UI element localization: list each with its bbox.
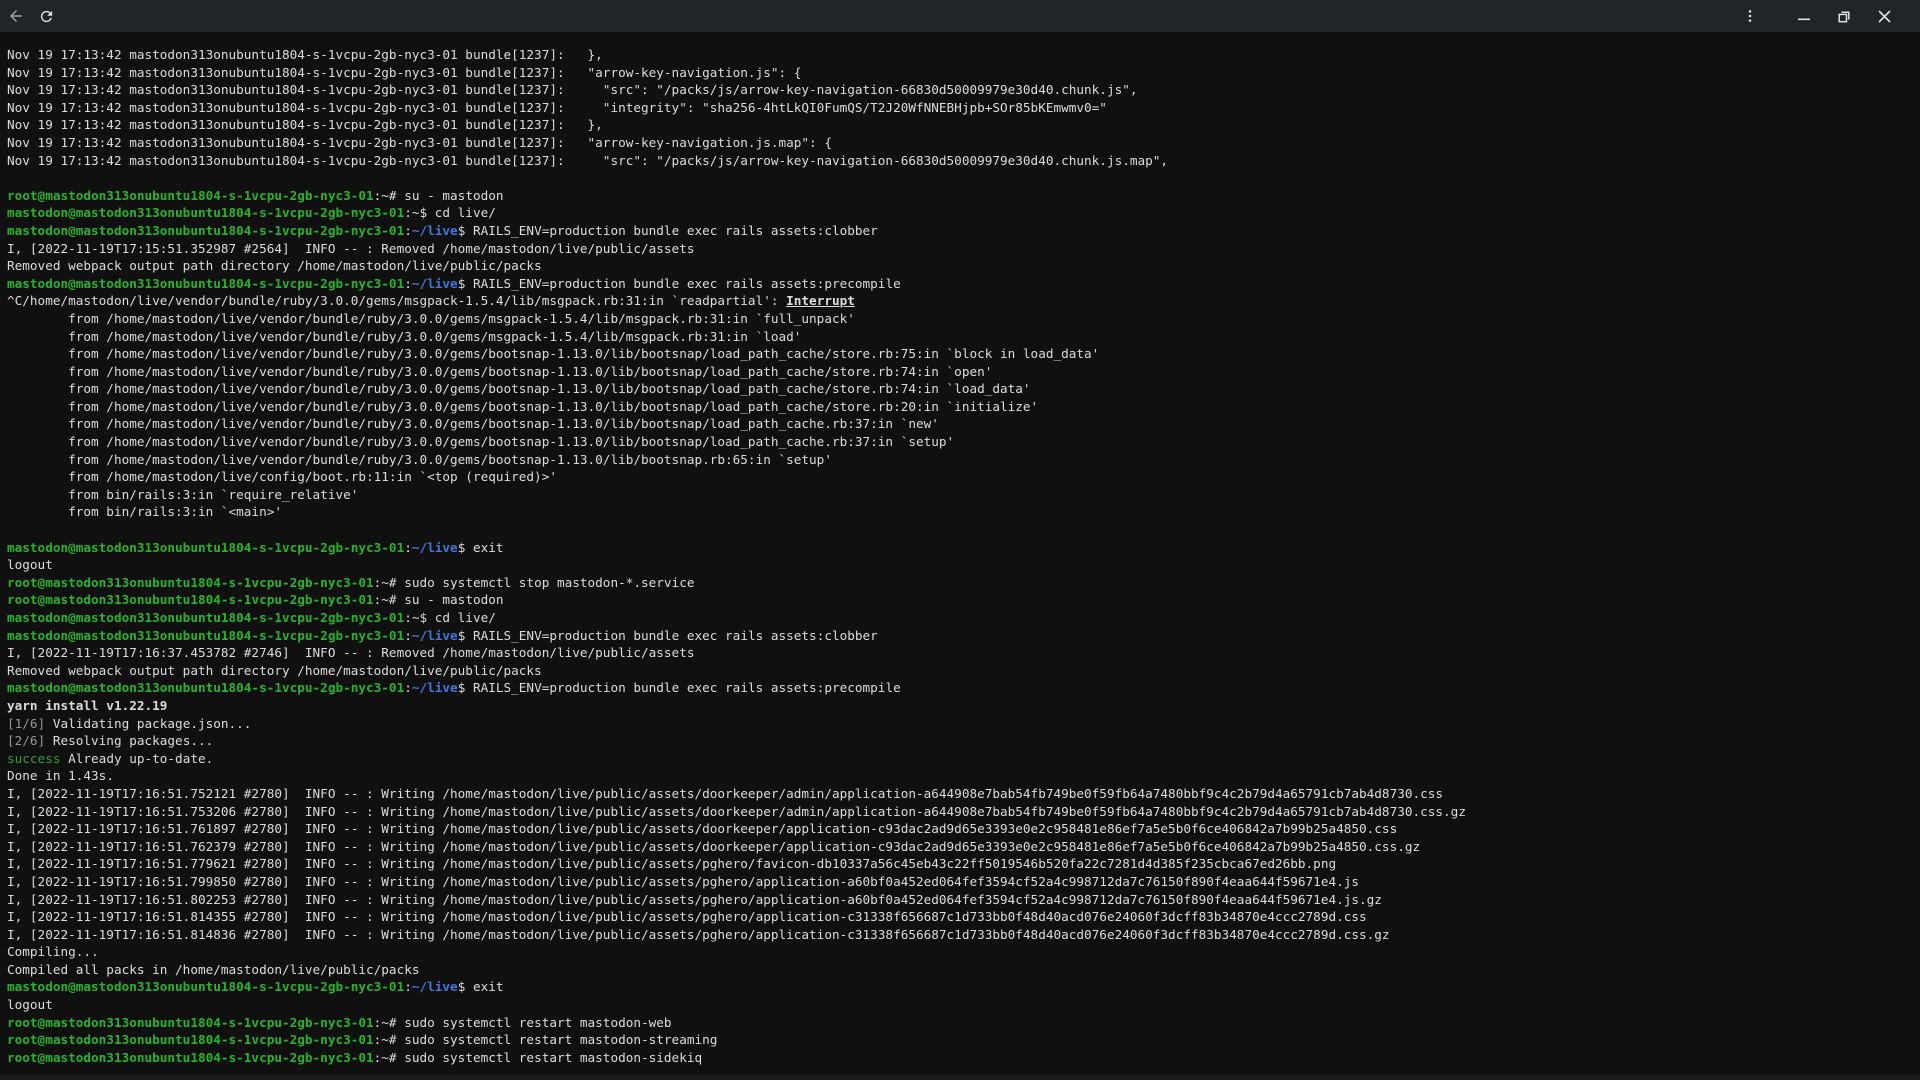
terminal-line: mastodon@mastodon313onubuntu1804-s-1vcpu… [7, 609, 1914, 627]
terminal-line: logout [7, 556, 1914, 574]
terminal-line: root@mastodon313onubuntu1804-s-1vcpu-2gb… [7, 1031, 1914, 1049]
terminal-line: I, [2022-11-19T17:16:51.761897 #2780] IN… [7, 820, 1914, 838]
terminal-line: ^C/home/mastodon/live/vendor/bundle/ruby… [7, 292, 1914, 310]
terminal-line: [2/6] Resolving packages... [7, 732, 1914, 750]
terminal-line: Removed webpack output path directory /h… [7, 257, 1914, 275]
close-icon [1877, 9, 1892, 24]
terminal-line: I, [2022-11-19T17:16:51.814355 #2780] IN… [7, 908, 1914, 926]
bottom-edge-strip [0, 1075, 1920, 1080]
terminal-line: from /home/mastodon/live/vendor/bundle/r… [7, 415, 1914, 433]
terminal-line: from /home/mastodon/live/vendor/bundle/r… [7, 310, 1914, 328]
terminal-output[interactable]: Nov 19 17:13:42 mastodon313onubuntu1804-… [0, 32, 1920, 1080]
reload-icon [38, 8, 55, 25]
titlebar-nav-group [2, 2, 60, 30]
terminal-line: mastodon@mastodon313onubuntu1804-s-1vcpu… [7, 204, 1914, 222]
terminal-line: from /home/mastodon/live/vendor/bundle/r… [7, 433, 1914, 451]
restore-icon [1837, 9, 1852, 24]
terminal-line: from bin/rails:3:in `require_relative' [7, 486, 1914, 504]
terminal-line: root@mastodon313onubuntu1804-s-1vcpu-2gb… [7, 1014, 1914, 1032]
reload-button[interactable] [32, 2, 60, 30]
terminal-line: Nov 19 17:13:42 mastodon313onubuntu1804-… [7, 116, 1914, 134]
terminal-line: I, [2022-11-19T17:16:51.762379 #2780] IN… [7, 838, 1914, 856]
kebab-menu-icon [1742, 8, 1758, 24]
minimize-icon [1797, 9, 1811, 23]
terminal-line: yarn install v1.22.19 [7, 697, 1914, 715]
terminal-line: root@mastodon313onubuntu1804-s-1vcpu-2gb… [7, 574, 1914, 592]
terminal-line: Done in 1.43s. [7, 767, 1914, 785]
terminal-line [7, 521, 1914, 539]
restore-button[interactable] [1830, 2, 1858, 30]
terminal-line: Nov 19 17:13:42 mastodon313onubuntu1804-… [7, 64, 1914, 82]
back-button[interactable] [2, 2, 30, 30]
terminal-line: from /home/mastodon/live/config/boot.rb:… [7, 468, 1914, 486]
terminal-line: Removed webpack output path directory /h… [7, 662, 1914, 680]
terminal-line: root@mastodon313onubuntu1804-s-1vcpu-2gb… [7, 1049, 1914, 1067]
terminal-line: mastodon@mastodon313onubuntu1804-s-1vcpu… [7, 627, 1914, 645]
terminal-line: mastodon@mastodon313onubuntu1804-s-1vcpu… [7, 978, 1914, 996]
terminal-line: mastodon@mastodon313onubuntu1804-s-1vcpu… [7, 222, 1914, 240]
terminal-line: from /home/mastodon/live/vendor/bundle/r… [7, 380, 1914, 398]
back-icon [7, 7, 25, 25]
close-button[interactable] [1870, 2, 1898, 30]
minimize-button[interactable] [1790, 2, 1818, 30]
terminal-line: from /home/mastodon/live/vendor/bundle/r… [7, 328, 1914, 346]
terminal-line: I, [2022-11-19T17:16:37.453782 #2746] IN… [7, 644, 1914, 662]
terminal-line: Nov 19 17:13:42 mastodon313onubuntu1804-… [7, 46, 1914, 64]
terminal-line: mastodon@mastodon313onubuntu1804-s-1vcpu… [7, 539, 1914, 557]
terminal-line: Nov 19 17:13:42 mastodon313onubuntu1804-… [7, 81, 1914, 99]
terminal-line: [1/6] Validating package.json... [7, 715, 1914, 733]
terminal-line: I, [2022-11-19T17:15:51.352987 #2564] IN… [7, 240, 1914, 258]
window-controls [1736, 2, 1898, 30]
terminal-line: Nov 19 17:13:42 mastodon313onubuntu1804-… [7, 134, 1914, 152]
terminal-line: I, [2022-11-19T17:16:51.753206 #2780] IN… [7, 803, 1914, 821]
terminal-line: mastodon@mastodon313onubuntu1804-s-1vcpu… [7, 679, 1914, 697]
terminal-line: success Already up-to-date. [7, 750, 1914, 768]
terminal-line: I, [2022-11-19T17:16:51.752121 #2780] IN… [7, 785, 1914, 803]
terminal-line: root@mastodon313onubuntu1804-s-1vcpu-2gb… [7, 187, 1914, 205]
terminal-line: I, [2022-11-19T17:16:51.799850 #2780] IN… [7, 873, 1914, 891]
terminal-line: Compiling... [7, 943, 1914, 961]
terminal-line: Nov 19 17:13:42 mastodon313onubuntu1804-… [7, 99, 1914, 117]
window-titlebar [0, 0, 1920, 32]
terminal-line: mastodon@mastodon313onubuntu1804-s-1vcpu… [7, 275, 1914, 293]
terminal-line [7, 169, 1914, 187]
terminal-line: I, [2022-11-19T17:16:51.802253 #2780] IN… [7, 891, 1914, 909]
terminal-line: from /home/mastodon/live/vendor/bundle/r… [7, 398, 1914, 416]
terminal-line: logout [7, 996, 1914, 1014]
terminal-line: Nov 19 17:13:42 mastodon313onubuntu1804-… [7, 152, 1914, 170]
terminal-line: from /home/mastodon/live/vendor/bundle/r… [7, 363, 1914, 381]
terminal-line: I, [2022-11-19T17:16:51.814836 #2780] IN… [7, 926, 1914, 944]
terminal-line: from /home/mastodon/live/vendor/bundle/r… [7, 345, 1914, 363]
menu-button[interactable] [1736, 2, 1764, 30]
terminal-line: Compiled all packs in /home/mastodon/liv… [7, 961, 1914, 979]
terminal-line: root@mastodon313onubuntu1804-s-1vcpu-2gb… [7, 591, 1914, 609]
terminal-line: from /home/mastodon/live/vendor/bundle/r… [7, 451, 1914, 469]
terminal-line: I, [2022-11-19T17:16:51.779621 #2780] IN… [7, 855, 1914, 873]
terminal-line: from bin/rails:3:in `<main>' [7, 503, 1914, 521]
